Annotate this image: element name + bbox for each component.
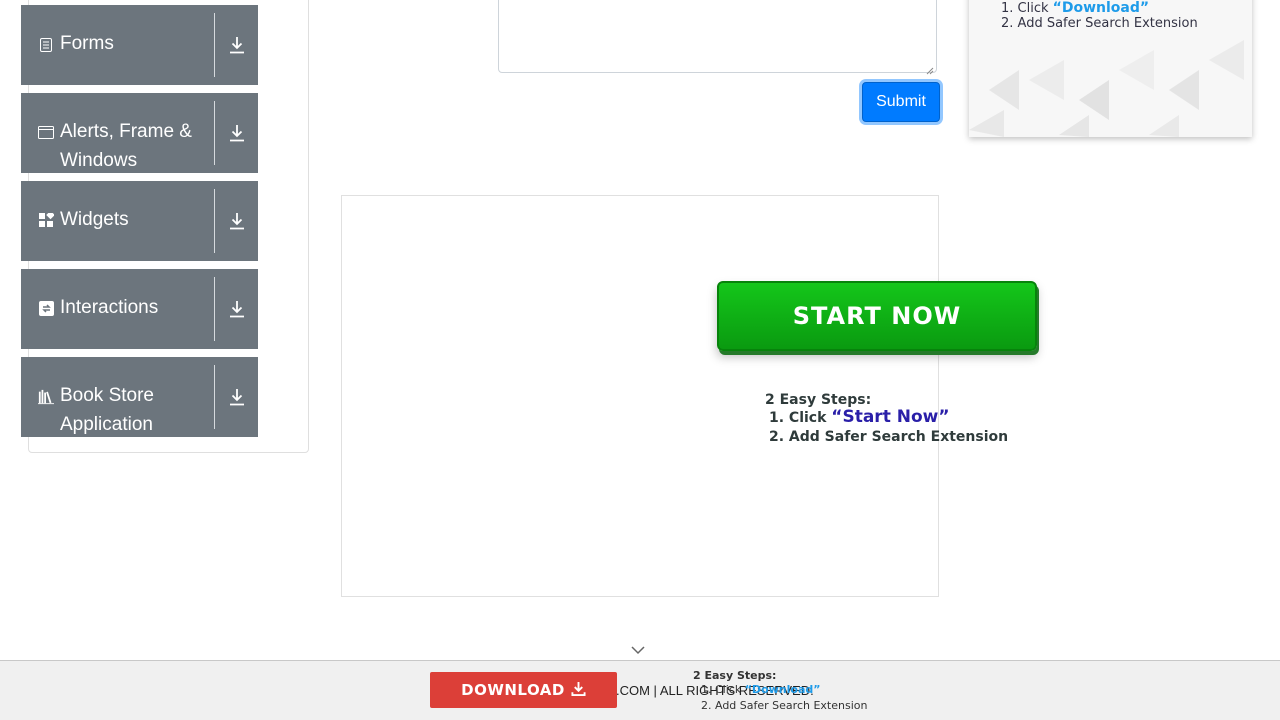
group-title-book-store: Book Store Application: [60, 381, 210, 439]
ad-step-1: 1. Click “Start Now”: [769, 408, 1008, 428]
download-button-label: DOWNLOAD: [461, 681, 565, 699]
chevron-down-icon[interactable]: [631, 643, 645, 655]
group-alerts-frame-windows[interactable]: Alerts, Frame & Windows: [21, 93, 258, 173]
group-widgets[interactable]: Widgets: [21, 181, 258, 261]
footer-steps-title: 2 Easy Steps:: [693, 669, 777, 682]
ad-step-1-accent: “Start Now”: [831, 407, 950, 427]
group-forms[interactable]: Forms: [21, 5, 258, 85]
ad-step-2: 2. Add Safer Search Extension: [769, 429, 1009, 445]
download-button[interactable]: DOWNLOAD: [430, 672, 617, 708]
group-title-line: Alerts, Frame &: [60, 121, 192, 142]
ad-step-1-prefix: 1. Click: [769, 410, 827, 426]
ad-top-step-2: 2. Add Safer Search Extension: [1001, 16, 1198, 31]
group-title-line: Application: [60, 414, 153, 435]
resize-grip-icon[interactable]: [926, 62, 934, 75]
message-textarea[interactable]: [498, 0, 937, 75]
group-header[interactable]: Interactions: [21, 269, 258, 349]
group-title-line: Book Store: [60, 385, 154, 406]
group-interactions[interactable]: Interactions: [21, 269, 258, 349]
ad-steps-title: 2 Easy Steps:: [765, 392, 872, 408]
ad-top-step-1-prefix: 1. Click: [1001, 1, 1049, 16]
download-icon[interactable]: [215, 5, 258, 85]
footer-step-1: 1. Click “Download”: [701, 683, 820, 696]
footer-step-2: 2. Add Safer Search Extension: [701, 699, 868, 712]
group-title-interactions: Interactions: [60, 297, 159, 318]
group-header[interactable]: Forms: [21, 5, 258, 85]
window-icon: [38, 124, 54, 140]
ad-top-step-1: 1. Click “Download”: [1001, 0, 1149, 16]
download-icon[interactable]: [215, 93, 258, 173]
ad-top-step-1-accent: “Download”: [1052, 0, 1150, 16]
start-now-button[interactable]: START NOW: [717, 281, 1037, 351]
group-title-alerts: Alerts, Frame & Windows: [60, 117, 210, 175]
footer-step-1-prefix: 1. Click: [701, 683, 742, 696]
group-header[interactable]: Widgets: [21, 181, 258, 261]
group-header[interactable]: Book Store Application: [21, 357, 258, 437]
footer-steps: 2 Easy Steps: 1. Click “Download” 2. Add…: [693, 669, 867, 712]
group-header[interactable]: Alerts, Frame & Windows: [21, 93, 258, 173]
download-icon[interactable]: [215, 357, 258, 437]
download-icon: [571, 681, 586, 700]
group-title-line: Windows: [60, 150, 138, 171]
books-icon: [38, 389, 54, 405]
ad-steps: 2 Easy Steps: 1. Click “Start Now” 2. Ad…: [765, 392, 1008, 447]
download-icon[interactable]: [215, 181, 258, 261]
interactions-icon: [38, 300, 54, 316]
group-title-forms: Forms: [60, 33, 114, 54]
footer-step-1-accent: “Download”: [744, 683, 821, 696]
group-title-widgets: Widgets: [60, 209, 129, 230]
widgets-icon: [38, 212, 54, 228]
ad-banner-top[interactable]: 1. Click “Download” 2. Add Safer Search …: [969, 0, 1252, 137]
download-icon[interactable]: [215, 269, 258, 349]
group-book-store-application[interactable]: Book Store Application: [21, 357, 258, 437]
form-icon: [38, 37, 54, 53]
submit-button[interactable]: Submit: [862, 82, 940, 122]
